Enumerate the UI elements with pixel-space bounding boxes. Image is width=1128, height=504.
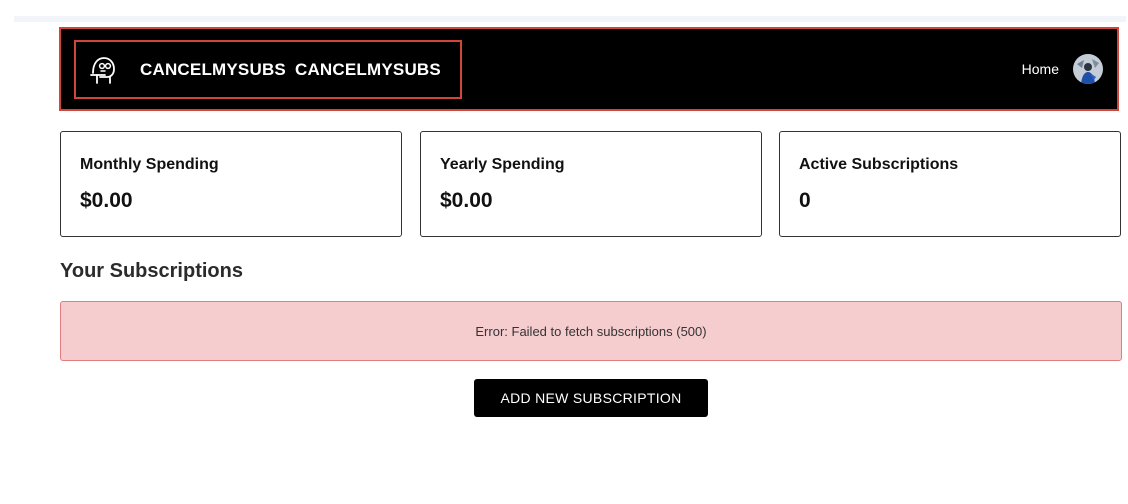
navbar: CANCELMYSUBS CANCELMYSUBS Home: [59, 27, 1119, 111]
nav-right: Home: [1022, 29, 1103, 109]
nav-home-link[interactable]: Home: [1022, 61, 1059, 77]
brand-name-secondary: CANCELMYSUBS: [294, 59, 441, 79]
add-subscription-button[interactable]: ADD NEW SUBSCRIPTION: [474, 379, 708, 417]
error-alert: Error: Failed to fetch subscriptions (50…: [60, 301, 1122, 361]
monthly-spending-card: Monthly Spending $0.00: [60, 131, 402, 237]
yearly-spending-card: Yearly Spending $0.00: [420, 131, 762, 237]
top-strip: [14, 16, 1126, 22]
user-avatar-icon: [1073, 54, 1103, 84]
brand-link[interactable]: CANCELMYSUBS CANCELMYSUBS: [74, 40, 462, 99]
stat-label: Monthly Spending: [80, 156, 219, 173]
stat-label: Active Subscriptions: [799, 156, 959, 173]
active-subscriptions-card: Active Subscriptions 0: [779, 131, 1121, 237]
avatar[interactable]: [1073, 54, 1103, 84]
stat-value: $0.00: [440, 189, 493, 212]
ghost-face-icon: [88, 55, 118, 85]
brand-name-primary: CANCELMYSUBS: [140, 59, 286, 79]
stat-value: 0: [799, 189, 811, 212]
subscriptions-heading: Your Subscriptions: [60, 260, 243, 282]
stat-value: $0.00: [80, 189, 133, 212]
stat-label: Yearly Spending: [440, 156, 565, 173]
brand-name: CANCELMYSUBS CANCELMYSUBS: [140, 60, 441, 80]
